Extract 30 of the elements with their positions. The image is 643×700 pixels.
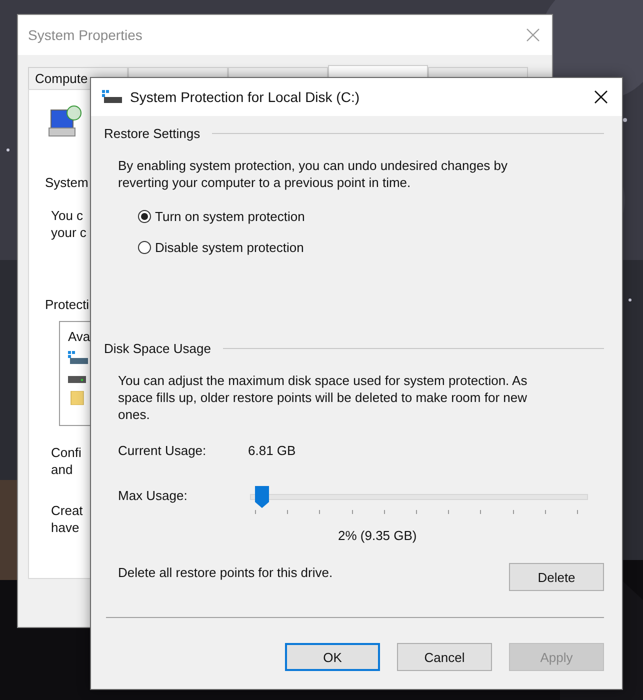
window-title: System Protection for Local Disk (C:) [130,89,361,105]
group-title: Disk Space Usage [104,341,211,356]
description-text: You c [51,207,84,224]
dialog-button[interactable]: Cancel [397,643,492,671]
group-title: Restore Settings [104,126,200,141]
field-value: 6.81 GB [248,443,296,458]
description-text: your c [51,224,86,241]
field-label: Max Usage: [118,488,188,503]
slider-reading: 2% (9.35 GB) [338,528,417,543]
radio-button[interactable]: Turn on system protection [138,209,305,224]
drive-icon [68,351,88,365]
description-text: By enabling system protection, you can undo undesired changes by reverting your computer to a previous point in time. [118,157,509,191]
drive-icon [102,90,122,104]
description-text: and [51,461,73,478]
field-label: Current Usage: [118,443,208,458]
dialog-button[interactable]: OK [285,643,380,671]
description-text: Creat [51,502,83,519]
column-header: Ava [68,328,90,345]
slider[interactable] [248,488,588,516]
description-text: Confi [51,444,82,461]
section-heading: System [45,174,88,191]
delete-button[interactable]: Delete [509,563,604,591]
description-text: have [51,519,80,536]
description-text: Delete all restore points for this drive. [118,565,333,580]
radio-button[interactable]: Disable system protection [138,240,304,255]
window-title: System Properties [28,27,142,43]
description-text: You can adjust the maximum disk space used for system protection. As space fills up, older restore points will be deleted to make room for new ones. [118,372,528,423]
section-heading: Protecti [45,296,90,313]
slider-thumb[interactable] [254,486,269,508]
close-icon[interactable] [594,90,608,104]
